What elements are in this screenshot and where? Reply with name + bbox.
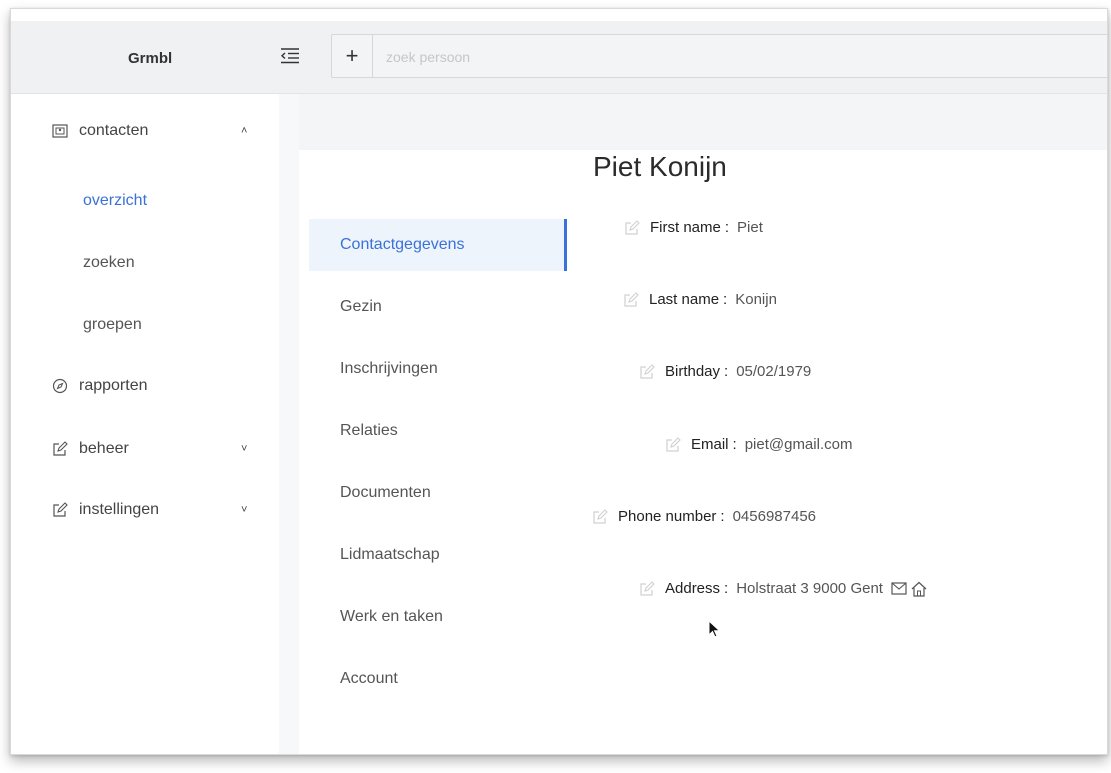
tab-werk-en-taken[interactable]: Werk en taken [309, 591, 567, 643]
home-icon[interactable] [911, 581, 927, 597]
field-address: Address: Holstraat 3 9000 Gent [639, 580, 931, 597]
field-email: Email: piet@gmail.com [665, 436, 852, 453]
sidebar-item-label: instellingen [79, 501, 160, 518]
chevron-down-icon: ˅ [241, 443, 248, 455]
tab-contactgegevens[interactable]: Contactgegevens [309, 219, 567, 271]
tab-inschrijvingen[interactable]: Inschrijvingen [309, 343, 567, 395]
edit-icon[interactable] [623, 291, 639, 308]
sidebar-subitem-groepen[interactable]: groepen [83, 316, 142, 334]
tab-relaties[interactable]: Relaties [309, 405, 567, 457]
indent-menu-icon [280, 48, 299, 64]
field-last-name: Last name: Konijn [623, 291, 777, 308]
field-value: Holstraat 3 9000 Gent [736, 580, 883, 597]
chevron-up-icon: ˄ [241, 125, 248, 137]
sidebar-item-label: beheer [79, 440, 129, 457]
sidebar-item-label: contacten [79, 122, 149, 139]
field-value: piet@gmail.com [744, 436, 853, 453]
tab-gezin[interactable]: Gezin [309, 281, 567, 333]
compass-icon [51, 377, 69, 395]
sidebar-item-beheer[interactable]: beheer ˅ [51, 440, 261, 458]
contacts-card-icon [51, 122, 69, 140]
mouse-pointer-icon [708, 620, 721, 638]
field-first-name: First name: Piet [624, 219, 763, 236]
edit-square-icon [51, 501, 69, 519]
content-header-band [279, 94, 1107, 150]
edit-icon[interactable] [639, 580, 655, 597]
content-gutter [279, 94, 299, 754]
sidebar-subitem-overzicht[interactable]: overzicht [83, 192, 147, 210]
add-person-button[interactable]: + [332, 35, 373, 77]
menu-toggle-button[interactable] [279, 45, 301, 67]
app-brand: Grmbl [128, 50, 173, 67]
edit-icon[interactable] [665, 436, 681, 453]
field-value: 05/02/1979 [736, 363, 812, 380]
tab-lidmaatschap[interactable]: Lidmaatschap [309, 529, 567, 581]
edit-icon[interactable] [639, 363, 655, 380]
edit-icon[interactable] [624, 219, 640, 236]
sidebar: contacten ˄ overzicht zoeken groepen rap… [11, 94, 279, 754]
field-label: Address [665, 580, 721, 597]
field-label: Birthday [665, 363, 721, 380]
field-value: Piet [737, 219, 763, 236]
edit-square-icon [51, 440, 69, 458]
field-label: First name [650, 219, 721, 236]
field-label: Phone number [618, 508, 717, 525]
tab-account[interactable]: Account [309, 653, 567, 705]
field-label: Email [691, 436, 729, 453]
app-window: Grmbl + contacten ˄ overzicht zoeken gro… [10, 8, 1108, 755]
field-birthday: Birthday: 05/02/1979 [639, 363, 811, 380]
page-title: Piet Konijn [593, 151, 727, 182]
field-value: 0456987456 [732, 508, 817, 525]
field-phone-number: Phone number: 0456987456 [592, 508, 816, 525]
search-input[interactable] [384, 45, 888, 69]
chevron-down-icon: ˅ [241, 504, 248, 516]
edit-icon[interactable] [592, 508, 608, 525]
sidebar-item-label: rapporten [79, 377, 148, 394]
sidebar-item-contacten[interactable]: contacten ˄ [51, 122, 261, 140]
sidebar-subitem-zoeken[interactable]: zoeken [83, 254, 135, 272]
sidebar-item-instellingen[interactable]: instellingen ˅ [51, 501, 261, 519]
sidebar-item-rapporten[interactable]: rapporten [51, 377, 261, 395]
field-value: Konijn [735, 291, 777, 308]
tab-documenten[interactable]: Documenten [309, 467, 567, 519]
mail-icon[interactable] [891, 582, 907, 595]
search-bar: + [331, 34, 1107, 78]
field-label: Last name [649, 291, 720, 308]
